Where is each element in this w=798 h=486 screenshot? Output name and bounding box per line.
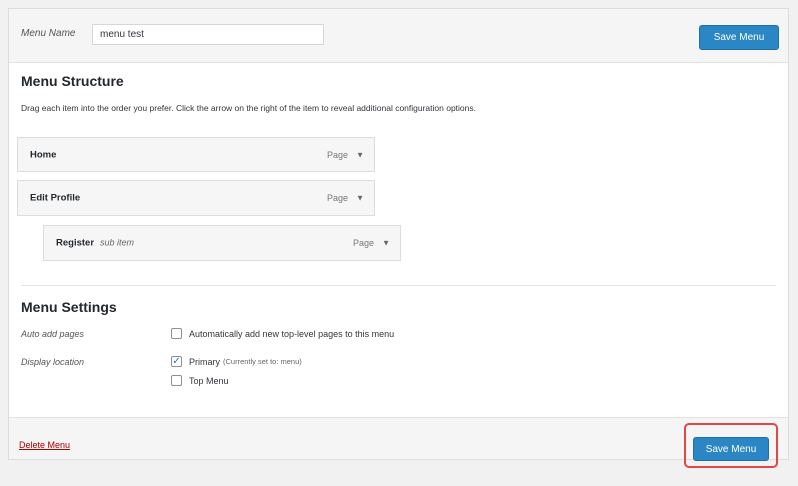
- menu-structure-instructions: Drag each item into the order you prefer…: [21, 103, 476, 113]
- menu-item-home[interactable]: Home Page ▼: [17, 137, 375, 172]
- menu-item-type: Page: [326, 149, 348, 160]
- menu-item-edit-profile[interactable]: Edit Profile Page ▼: [17, 180, 375, 216]
- menu-settings-title: Menu Settings: [21, 299, 117, 315]
- auto-add-pages-checkbox[interactable]: [171, 328, 182, 339]
- expand-arrow-icon[interactable]: ▼: [382, 239, 390, 248]
- menu-item-type: Page: [326, 193, 348, 203]
- location-primary-hint: (Currently set to: menu): [223, 357, 302, 366]
- expand-arrow-icon[interactable]: ▼: [356, 150, 364, 159]
- delete-menu-link[interactable]: Delete Menu: [19, 440, 70, 450]
- menu-editor-panel: Menu Name Save Menu Menu Structure Drag …: [8, 8, 789, 468]
- check-icon[interactable]: ✓: [171, 356, 182, 367]
- menu-item-title: Register sub item: [56, 237, 135, 249]
- menu-footer-bar: Delete Menu Save Menu: [9, 417, 788, 468]
- expand-arrow-icon[interactable]: ▼: [356, 194, 364, 203]
- auto-add-pages-option-label: Automatically add new top-level pages to…: [189, 328, 395, 339]
- location-top-menu-label: Top Menu: [189, 375, 229, 386]
- location-primary-option[interactable]: ✓ Primary (Currently set to: menu): [171, 356, 302, 367]
- location-top-menu-option[interactable]: Top Menu: [171, 375, 229, 386]
- menu-item-type: Page: [352, 238, 374, 248]
- auto-add-pages-label: Auto add pages: [21, 329, 85, 339]
- location-primary-label: Primary: [189, 356, 220, 367]
- save-menu-button-top[interactable]: Save Menu: [699, 25, 779, 50]
- menu-structure-title: Menu Structure: [21, 73, 124, 89]
- save-menu-button-bottom[interactable]: Save Menu: [693, 437, 769, 461]
- menu-item-register[interactable]: Register sub item Page ▼: [43, 225, 401, 261]
- menu-name-label: Menu Name: [21, 28, 76, 39]
- menu-item-title: Home: [30, 149, 57, 160]
- section-divider: [21, 285, 776, 286]
- menu-item-subtitle: sub item: [100, 237, 135, 248]
- menu-header-bar: Menu Name Save Menu: [9, 9, 788, 63]
- menu-item-title: Edit Profile: [30, 192, 81, 204]
- location-top-menu-checkbox[interactable]: [171, 375, 182, 386]
- auto-add-pages-option[interactable]: Automatically add new top-level pages to…: [171, 328, 394, 339]
- display-location-label: Display location: [21, 357, 85, 367]
- menu-name-input[interactable]: [92, 24, 324, 45]
